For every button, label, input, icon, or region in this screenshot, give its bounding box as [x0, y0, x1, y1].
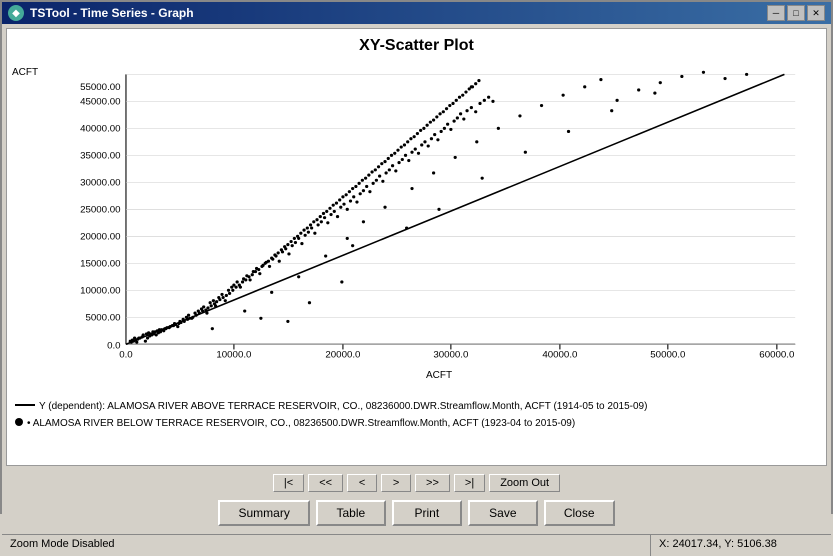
titlebar: ◆ TSTool - Time Series - Graph ─ □ ✕ [2, 2, 831, 24]
prev-button[interactable]: < [347, 474, 377, 492]
window-title: TSTool - Time Series - Graph [30, 6, 194, 20]
nav-buttons-row: |< << < > >> >| Zoom Out [6, 474, 827, 492]
svg-text:5000.00: 5000.00 [86, 313, 121, 324]
svg-text:10000.00: 10000.00 [80, 286, 120, 297]
table-button[interactable]: Table [316, 500, 386, 526]
print-button[interactable]: Print [392, 500, 462, 526]
legend-label-1: Y (dependent): ALAMOSA RIVER ABOVE TERRA… [39, 399, 647, 414]
svg-text:40000.00: 40000.00 [80, 124, 120, 135]
chart-legend: Y (dependent): ALAMOSA RIVER ABOVE TERRA… [7, 395, 826, 437]
legend-label-2: • ALAMOSA RIVER BELOW TERRACE RESERVOIR,… [27, 416, 575, 431]
svg-text:25000.00: 25000.00 [80, 205, 120, 216]
next-many-button[interactable]: >> [415, 474, 450, 492]
legend-item-2: • ALAMOSA RIVER BELOW TERRACE RESERVOIR,… [15, 416, 818, 431]
legend-item-1: Y (dependent): ALAMOSA RIVER ABOVE TERRA… [15, 399, 818, 414]
svg-text:20000.00: 20000.00 [80, 232, 120, 243]
svg-text:30000.0: 30000.0 [433, 350, 468, 361]
legend-dot-symbol [15, 418, 23, 426]
scatter-plot-svg: 0.0 5000.00 10000.00 15000.00 20000.00 2… [72, 64, 806, 365]
app-icon: ◆ [8, 5, 24, 21]
svg-text:30000.00: 30000.00 [80, 178, 120, 189]
minimize-button[interactable]: ─ [767, 5, 785, 21]
prev-many-button[interactable]: << [308, 474, 343, 492]
y-axis-label: ACFT [12, 67, 38, 78]
close-button[interactable]: ✕ [807, 5, 825, 21]
last-button[interactable]: >| [454, 474, 485, 492]
titlebar-left: ◆ TSTool - Time Series - Graph [8, 5, 194, 21]
save-button[interactable]: Save [468, 500, 538, 526]
legend-line-symbol [15, 404, 35, 406]
svg-text:15000.00: 15000.00 [80, 259, 120, 270]
summary-button[interactable]: Summary [218, 500, 309, 526]
chart-area: XY-Scatter Plot ACFT 0.0 5000.00 [6, 28, 827, 466]
app-icon-symbol: ◆ [12, 8, 20, 19]
svg-text:45000.00: 45000.00 [80, 97, 120, 108]
statusbar: Zoom Mode Disabled X: 24017.34, Y: 5106.… [2, 534, 831, 556]
status-zoom-mode: Zoom Mode Disabled [2, 535, 651, 556]
maximize-button[interactable]: □ [787, 5, 805, 21]
content-area: XY-Scatter Plot ACFT 0.0 5000.00 [2, 24, 831, 534]
svg-text:40000.0: 40000.0 [542, 350, 577, 361]
titlebar-controls: ─ □ ✕ [767, 5, 825, 21]
svg-text:55000.00: 55000.00 [80, 82, 120, 93]
svg-text:50000.0: 50000.0 [650, 350, 685, 361]
svg-text:0.0: 0.0 [119, 350, 132, 361]
chart-title: XY-Scatter Plot [7, 29, 826, 59]
status-coordinates: X: 24017.34, Y: 5106.38 [651, 535, 831, 556]
svg-text:20000.0: 20000.0 [325, 350, 360, 361]
main-window: ◆ TSTool - Time Series - Graph ─ □ ✕ XY-… [0, 0, 833, 514]
x-axis-label: ACFT [72, 370, 806, 381]
action-buttons-row: Summary Table Print Save Close [6, 500, 827, 526]
zoom-out-button[interactable]: Zoom Out [489, 474, 560, 492]
svg-text:60000.0: 60000.0 [759, 350, 794, 361]
next-button[interactable]: > [381, 474, 411, 492]
close-action-button[interactable]: Close [544, 500, 615, 526]
svg-text:35000.00: 35000.00 [80, 151, 120, 162]
svg-text:10000.0: 10000.0 [216, 350, 251, 361]
first-button[interactable]: |< [273, 474, 304, 492]
